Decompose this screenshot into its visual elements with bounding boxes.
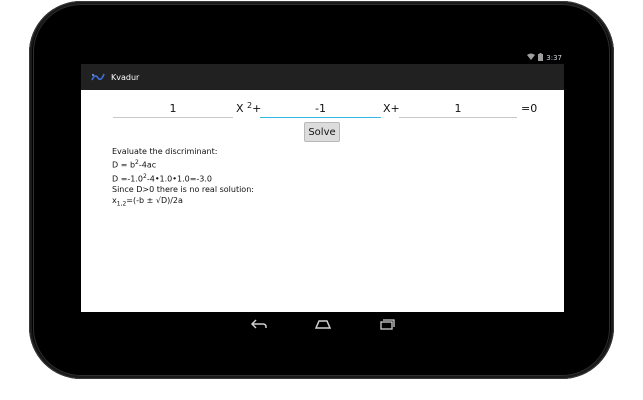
coefficient-a-input[interactable]: 1 xyxy=(113,100,233,118)
wifi-icon xyxy=(527,53,536,62)
output-line-5: x1,2=(-b ± √D)/2a xyxy=(112,196,183,208)
coefficient-c-input[interactable]: 1 xyxy=(399,100,517,118)
equals-zero-label: =0 xyxy=(521,102,538,115)
main-content: 1 X 2+ -1 X+ 1 =0 Solve Evaluate the dis… xyxy=(81,90,564,312)
home-icon[interactable] xyxy=(312,316,334,332)
solve-button[interactable]: Solve xyxy=(304,122,340,142)
solution-output: Evaluate the discriminant: D = b2-4ac D … xyxy=(112,146,254,210)
status-time: 3:37 xyxy=(546,53,562,62)
recents-icon[interactable] xyxy=(376,316,398,332)
kvadur-app-icon[interactable] xyxy=(91,72,105,82)
navigation-bar xyxy=(81,312,564,336)
back-icon[interactable] xyxy=(248,316,270,332)
action-bar: Kvadur xyxy=(81,64,564,90)
coefficient-b-input[interactable]: -1 xyxy=(260,100,381,118)
output-line-3: D =-1.02-4•1.0•1.0=-3.0 xyxy=(112,172,213,184)
app-title: Kvadur xyxy=(111,72,140,82)
status-bar: 3:37 xyxy=(81,51,564,64)
x-plus-label: X+ xyxy=(383,102,400,115)
output-line-4: Since D>0 there is no real solution: xyxy=(112,185,254,195)
output-line-2: D = b2-4ac xyxy=(112,159,157,170)
output-line-1: Evaluate the discriminant: xyxy=(112,147,218,156)
battery-icon xyxy=(538,52,544,63)
x-squared-label: X 2+ xyxy=(236,101,262,115)
